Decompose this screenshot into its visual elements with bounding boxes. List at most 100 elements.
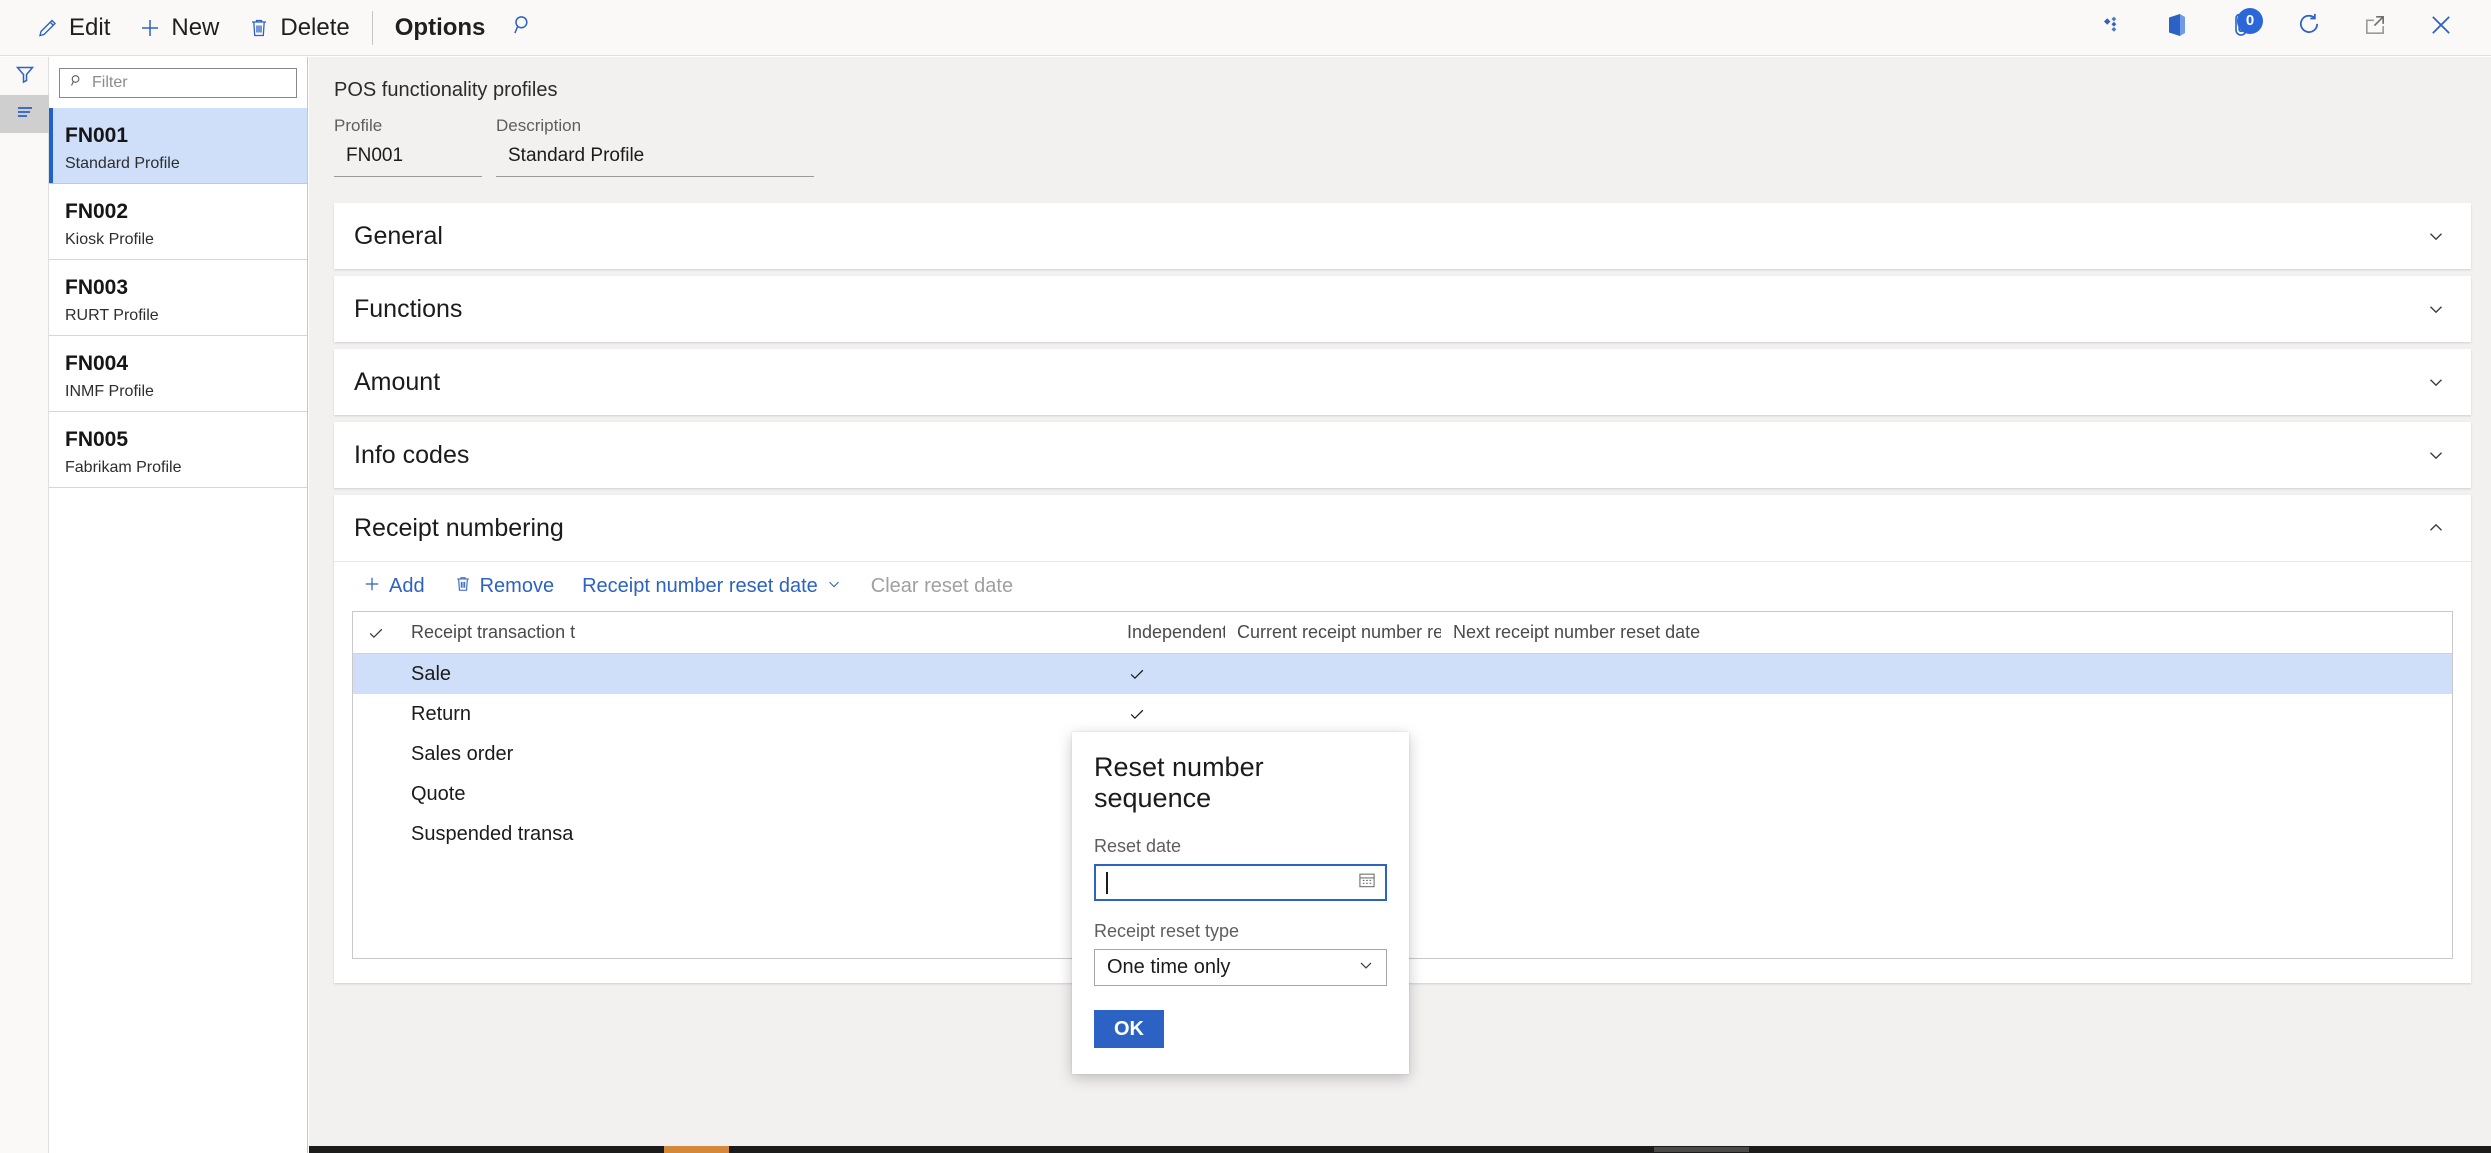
text-caret [1106, 871, 1108, 894]
description-label: Description [496, 116, 582, 135]
remove-row-label: Remove [479, 575, 555, 597]
cell-transaction-type: Quote [411, 782, 466, 805]
list-pane-button[interactable] [0, 95, 49, 133]
reset-date-input[interactable] [1094, 864, 1387, 901]
profiles-list-pane: FN001 Standard Profile FN002 Kiosk Profi… [49, 57, 308, 1153]
column-header-receipt-transaction-type[interactable]: Receipt transaction t [399, 622, 749, 643]
command-bar-right: 0 [2081, 4, 2491, 52]
command-bar: Edit New Delete Options 0 [0, 0, 2491, 56]
office-apps-icon [2164, 11, 2190, 44]
reset-number-sequence-dialog: Reset number sequence Reset date Receipt… [1072, 732, 1409, 1074]
reset-date-label: Reset date [1094, 836, 1182, 856]
receipt-number-reset-date-menu[interactable]: Receipt number reset date [568, 567, 857, 607]
profile-label: Profile [334, 116, 383, 135]
section-info-codes-header[interactable]: Info codes [334, 422, 2471, 488]
section-functions: Functions [334, 276, 2471, 342]
column-header-independent-sequence[interactable]: Independent se... [1115, 622, 1225, 643]
clear-reset-date-button[interactable]: Clear reset date [857, 567, 1027, 607]
left-icon-rail [0, 57, 49, 1153]
main-content: POS functionality profiles Profile FN001… [309, 57, 2491, 1153]
open-in-new-window-icon [2361, 11, 2389, 44]
list-item[interactable]: FN004 INMF Profile [49, 336, 307, 412]
section-amount: Amount [334, 349, 2471, 415]
section-amount-title: Amount [354, 367, 441, 396]
list-item-desc: INMF Profile [65, 383, 154, 400]
receipt-reset-type-select[interactable]: One time only [1094, 949, 1387, 986]
search-icon [69, 73, 84, 93]
header-fields: Profile FN001 Description Standard Profi… [309, 102, 2491, 177]
section-receipt-numbering-title: Receipt numbering [354, 513, 564, 542]
list-item-desc: Standard Profile [65, 155, 180, 172]
cell-independent-sequence [1115, 664, 1225, 684]
dialog-title: Reset number sequence [1094, 752, 1264, 813]
dynamics-diamond-button[interactable] [2081, 4, 2141, 52]
list-item-desc: RURT Profile [65, 307, 159, 324]
filter-area [49, 57, 307, 108]
section-functions-header[interactable]: Functions [334, 276, 2471, 342]
cell-transaction-type: Sales order [411, 742, 514, 765]
options-button-label: Options [394, 13, 486, 41]
open-in-new-window-button[interactable] [2345, 4, 2405, 52]
delete-button-label: Delete [280, 13, 350, 41]
delete-button[interactable]: Delete [233, 6, 363, 50]
command-bar-left: Edit New Delete Options [0, 6, 547, 50]
search-icon [510, 12, 536, 43]
section-info-codes: Info codes [334, 422, 2471, 488]
trash-icon [247, 16, 271, 40]
new-button[interactable]: New [124, 6, 233, 50]
section-receipt-numbering-header[interactable]: Receipt numbering [334, 495, 2471, 561]
list-lines-icon [14, 101, 36, 128]
remove-row-button[interactable]: Remove [439, 567, 568, 607]
column-header-current-reset-date[interactable]: Current receipt number reset date [1225, 622, 1441, 643]
plus-icon [362, 574, 382, 600]
scrollbar-thumb[interactable] [664, 1146, 729, 1153]
pencil-icon [36, 16, 60, 40]
list-item-desc: Fabrikam Profile [65, 459, 182, 476]
profiles-list: FN001 Standard Profile FN002 Kiosk Profi… [49, 108, 307, 1153]
chevron-down-icon [2425, 444, 2447, 466]
section-info-codes-title: Info codes [354, 440, 470, 469]
options-button[interactable]: Options [381, 6, 500, 50]
office-apps-button[interactable] [2147, 4, 2207, 52]
refresh-button[interactable] [2279, 4, 2339, 52]
calendar-icon[interactable] [1357, 870, 1377, 895]
ok-button[interactable]: OK [1094, 1010, 1164, 1048]
list-item-id: FN002 [65, 200, 129, 223]
select-all-checkmark[interactable] [353, 623, 399, 643]
description-value[interactable]: Standard Profile [496, 145, 814, 177]
table-row[interactable]: Return [353, 694, 2452, 734]
edit-button[interactable]: Edit [22, 6, 124, 50]
attachments-button[interactable]: 0 [2213, 4, 2273, 52]
add-row-button[interactable]: Add [348, 567, 439, 607]
chevron-down-icon [2425, 298, 2447, 320]
list-item[interactable]: FN005 Fabrikam Profile [49, 412, 307, 488]
cell-transaction-type: Return [411, 702, 472, 725]
list-item[interactable]: FN002 Kiosk Profile [49, 184, 307, 260]
close-button[interactable] [2411, 4, 2471, 52]
chevron-down-icon [2425, 225, 2447, 247]
column-header-next-reset-date[interactable]: Next receipt number reset date [1441, 622, 1721, 643]
profile-field: Profile FN001 [334, 116, 482, 177]
filter-pane-button[interactable] [0, 57, 49, 95]
profile-value[interactable]: FN001 [334, 145, 482, 177]
filter-box[interactable] [59, 68, 299, 98]
cell-transaction-type: Sale [411, 662, 452, 685]
cell-transaction-type: Suspended transa [411, 822, 574, 845]
list-item[interactable]: FN001 Standard Profile [49, 108, 307, 184]
clear-reset-date-label: Clear reset date [870, 575, 1014, 597]
list-item-desc: Kiosk Profile [65, 231, 154, 248]
receipt-number-reset-date-label: Receipt number reset date [582, 575, 818, 597]
list-item-id: FN001 [65, 124, 129, 147]
section-amount-header[interactable]: Amount [334, 349, 2471, 415]
search-button[interactable] [499, 6, 547, 50]
horizontal-scrollbar[interactable] [309, 1146, 2491, 1153]
list-item[interactable]: FN003 RURT Profile [49, 260, 307, 336]
dynamics-diamond-icon [2097, 11, 2125, 44]
section-general-header[interactable]: General [334, 203, 2471, 269]
cell-independent-sequence [1115, 704, 1225, 724]
table-row[interactable]: Sale [353, 654, 2452, 694]
filter-input[interactable] [92, 74, 299, 92]
chevron-up-icon [2425, 517, 2447, 539]
list-item-id: FN003 [65, 276, 129, 299]
refresh-icon [2295, 11, 2323, 44]
